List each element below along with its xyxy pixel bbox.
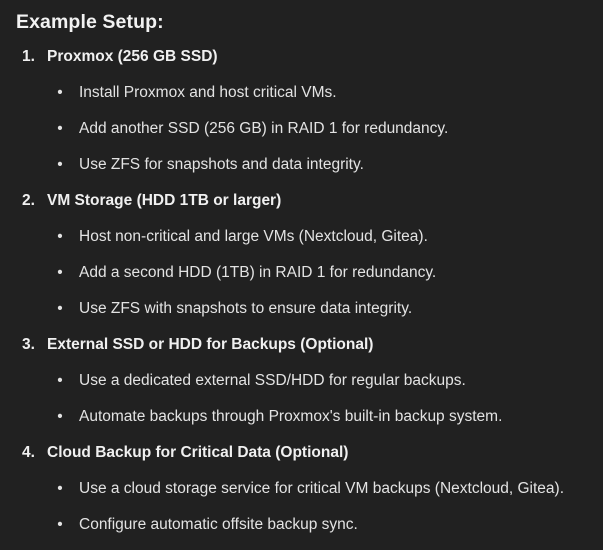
- step-title: Cloud Backup for Critical Data (Optional…: [47, 444, 349, 461]
- step-title-row: 3. External SSD or HDD for Backups (Opti…: [16, 334, 603, 356]
- bullet-item: • Use a dedicated external SSD/HDD for re…: [16, 370, 603, 392]
- bullet-item: • Install Proxmox and host critical VMs.: [16, 82, 603, 104]
- bullet-icon: •: [57, 408, 63, 425]
- step-bullet-list: • Use a cloud storage service for critica…: [16, 478, 603, 536]
- bullet-item: • Add another SSD (256 GB) in RAID 1 for …: [16, 118, 603, 140]
- bullet-item: • Use a cloud storage service for critica…: [16, 478, 603, 500]
- bullet-text: Configure automatic offsite backup sync.: [79, 516, 358, 533]
- bullet-icon: •: [57, 300, 63, 317]
- step-bullet-list: • Install Proxmox and host critical VMs. …: [16, 82, 603, 176]
- step-item: 4. Cloud Backup for Critical Data (Optio…: [16, 442, 603, 536]
- bullet-text: Use ZFS for snapshots and data integrity…: [79, 156, 364, 173]
- step-bullet-list: • Use a dedicated external SSD/HDD for re…: [16, 370, 603, 428]
- step-number: 3.: [22, 336, 35, 353]
- bullet-icon: •: [57, 84, 63, 101]
- content-area: Example Setup: 1. Proxmox (256 GB SSD) •…: [16, 8, 603, 550]
- bullet-item: • Host non-critical and large VMs (Nextcl…: [16, 226, 603, 248]
- bullet-text: Use ZFS with snapshots to ensure data in…: [79, 300, 413, 317]
- step-item: 2. VM Storage (HDD 1TB or larger) • Host …: [16, 190, 603, 320]
- bullet-icon: •: [57, 120, 63, 137]
- setup-steps-list: 1. Proxmox (256 GB SSD) • Install Proxmox…: [16, 46, 603, 536]
- bullet-text: Add a second HDD (1TB) in RAID 1 for red…: [79, 264, 437, 281]
- bullet-icon: •: [57, 156, 63, 173]
- step-title: External SSD or HDD for Backups (Optiona…: [47, 336, 374, 353]
- bullet-item: • Automate backups through Proxmox's buil…: [16, 406, 603, 428]
- step-item: 1. Proxmox (256 GB SSD) • Install Proxmox…: [16, 46, 603, 176]
- bullet-text: Automate backups through Proxmox's built…: [79, 408, 503, 425]
- step-title-row: 1. Proxmox (256 GB SSD): [16, 46, 603, 68]
- bullet-text: Install Proxmox and host critical VMs.: [79, 84, 337, 101]
- step-title-row: 4. Cloud Backup for Critical Data (Optio…: [16, 442, 603, 464]
- bullet-text: Use a cloud storage service for critical…: [79, 480, 564, 497]
- bullet-icon: •: [57, 516, 63, 533]
- bullet-item: • Add a second HDD (1TB) in RAID 1 for re…: [16, 262, 603, 284]
- bullet-icon: •: [57, 228, 63, 245]
- section-heading: Example Setup:: [16, 11, 164, 33]
- bullet-text: Add another SSD (256 GB) in RAID 1 for r…: [79, 120, 449, 137]
- bullet-item: • Use ZFS for snapshots and data integrit…: [16, 154, 603, 176]
- bullet-icon: •: [57, 372, 63, 389]
- step-item: 3. External SSD or HDD for Backups (Opti…: [16, 334, 603, 428]
- step-number: 2.: [22, 192, 35, 209]
- step-title: Proxmox (256 GB SSD): [47, 48, 218, 65]
- bullet-item: • Use ZFS with snapshots to ensure data i…: [16, 298, 603, 320]
- step-title: VM Storage (HDD 1TB or larger): [47, 192, 282, 209]
- bullet-text: Use a dedicated external SSD/HDD for reg…: [79, 372, 466, 389]
- step-title-row: 2. VM Storage (HDD 1TB or larger): [16, 190, 603, 212]
- bullet-item: • Configure automatic offsite backup sync…: [16, 514, 603, 536]
- step-bullet-list: • Host non-critical and large VMs (Nextcl…: [16, 226, 603, 320]
- bullet-icon: •: [57, 264, 63, 281]
- bullet-text: Host non-critical and large VMs (Nextclo…: [79, 228, 428, 245]
- step-number: 4.: [22, 444, 35, 461]
- step-number: 1.: [22, 48, 35, 65]
- bullet-icon: •: [57, 480, 63, 497]
